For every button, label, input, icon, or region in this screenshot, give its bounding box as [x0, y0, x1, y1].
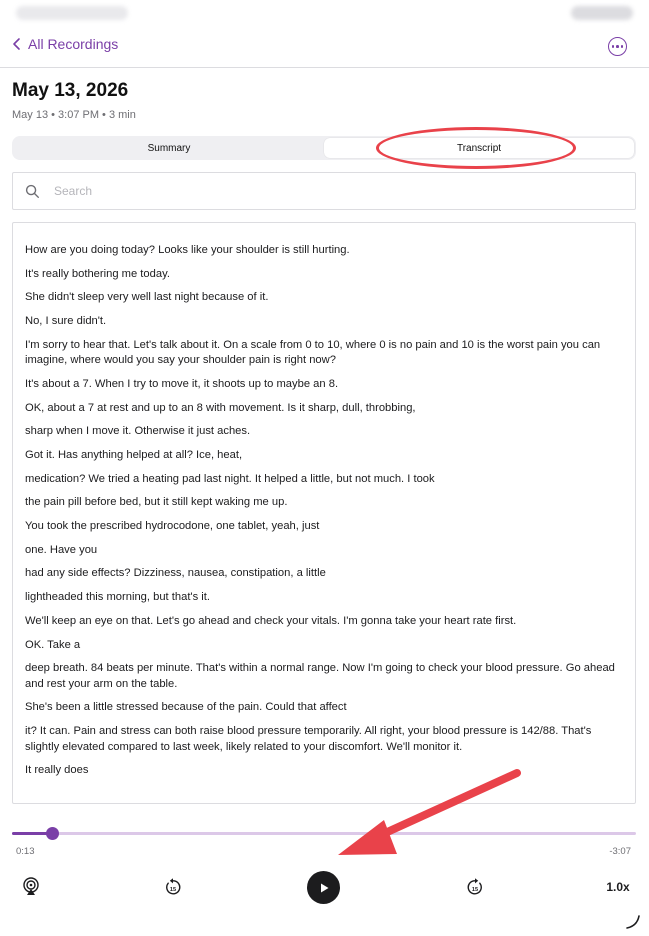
nav-bar: All Recordings: [0, 28, 649, 68]
tab-transcript[interactable]: Transcript: [324, 138, 634, 158]
transcript-line: deep breath. 84 beats per minute. That's…: [25, 662, 615, 690]
transcript-panel[interactable]: How are you doing today? Looks like your…: [12, 222, 636, 804]
rewind-button[interactable]: 15: [164, 876, 182, 898]
transcript-line: It's really bothering me today.: [25, 267, 170, 280]
search-input[interactable]: [54, 184, 594, 198]
playback-scrubber-thumb[interactable]: [46, 827, 60, 840]
transcript-line: I'm sorry to hear that. Let's talk about…: [25, 338, 601, 367]
playback-speed-button[interactable]: 1.0x: [604, 876, 632, 898]
transcript-line: lightheaded this morning, but that's it.: [25, 591, 210, 604]
chevron-left-icon: [13, 38, 20, 50]
play-button[interactable]: [307, 871, 340, 904]
svg-text:15: 15: [170, 887, 176, 893]
forward-15-icon: 15: [467, 878, 482, 895]
rewind-15-icon: 15: [166, 878, 181, 895]
transcript-line: We'll keep an eye on that. Let's go ahea…: [25, 614, 517, 627]
more-icon: [611, 45, 615, 48]
transcript-line: It really does: [25, 764, 89, 777]
recording-meta: May 13 • 3:07 PM • 3 min: [12, 109, 136, 121]
recording-title: May 13, 2026: [12, 80, 129, 101]
play-icon: [320, 883, 328, 892]
elapsed-time: 0:13: [16, 846, 35, 857]
search-icon: [25, 184, 40, 198]
transcript-line: You took the prescribed hydrocodone, one…: [25, 520, 320, 533]
transcript-line: one. Have you: [25, 543, 98, 556]
remaining-time: -3:07: [609, 846, 631, 857]
airplay-button[interactable]: [22, 876, 40, 898]
playback-progress-slider[interactable]: [12, 827, 636, 840]
transcript-line: the pain pill before bed, but it still k…: [25, 496, 288, 509]
transcript-line: No, I sure didn't.: [25, 315, 107, 328]
status-bar: [0, 0, 649, 28]
transcript-line: It's about a 7. When I try to move it, i…: [25, 377, 339, 390]
search-box: [12, 172, 636, 210]
transcript-line: She didn't sleep very well last night be…: [25, 291, 269, 304]
more-options-button[interactable]: [608, 37, 627, 56]
resize-corner-mark: [626, 915, 640, 929]
status-indicators-blurred: [571, 6, 633, 20]
transcript-line: OK. Take a: [25, 638, 81, 651]
transcript-line: Got it. Has anything helped at all? Ice,…: [25, 449, 243, 461]
tab-summary[interactable]: Summary: [14, 138, 324, 158]
transcript-line: OK, about a 7 at rest and up to an 8 wit…: [25, 401, 416, 414]
transcript-line: How are you doing today? Looks like your…: [25, 244, 350, 256]
back-button-label: All Recordings: [28, 36, 119, 52]
svg-text:15: 15: [472, 887, 478, 893]
transcript-line: it? It can. Pain and stress can both rai…: [25, 725, 592, 753]
transcript-line: sharp when I move it. Otherwise it just …: [25, 425, 251, 438]
airplay-icon: [23, 877, 39, 895]
forward-button[interactable]: 15: [466, 876, 484, 898]
transcript-line: medication? We tried a heating pad last …: [25, 472, 435, 485]
transcript-line: had any side effects? Dizziness, nausea,…: [25, 567, 326, 580]
view-switcher: Summary Transcript: [12, 136, 636, 160]
status-time-blurred: [16, 6, 128, 20]
back-button[interactable]: All Recordings: [10, 36, 118, 52]
transcript-line: She's been a little stressed because of …: [25, 701, 347, 714]
